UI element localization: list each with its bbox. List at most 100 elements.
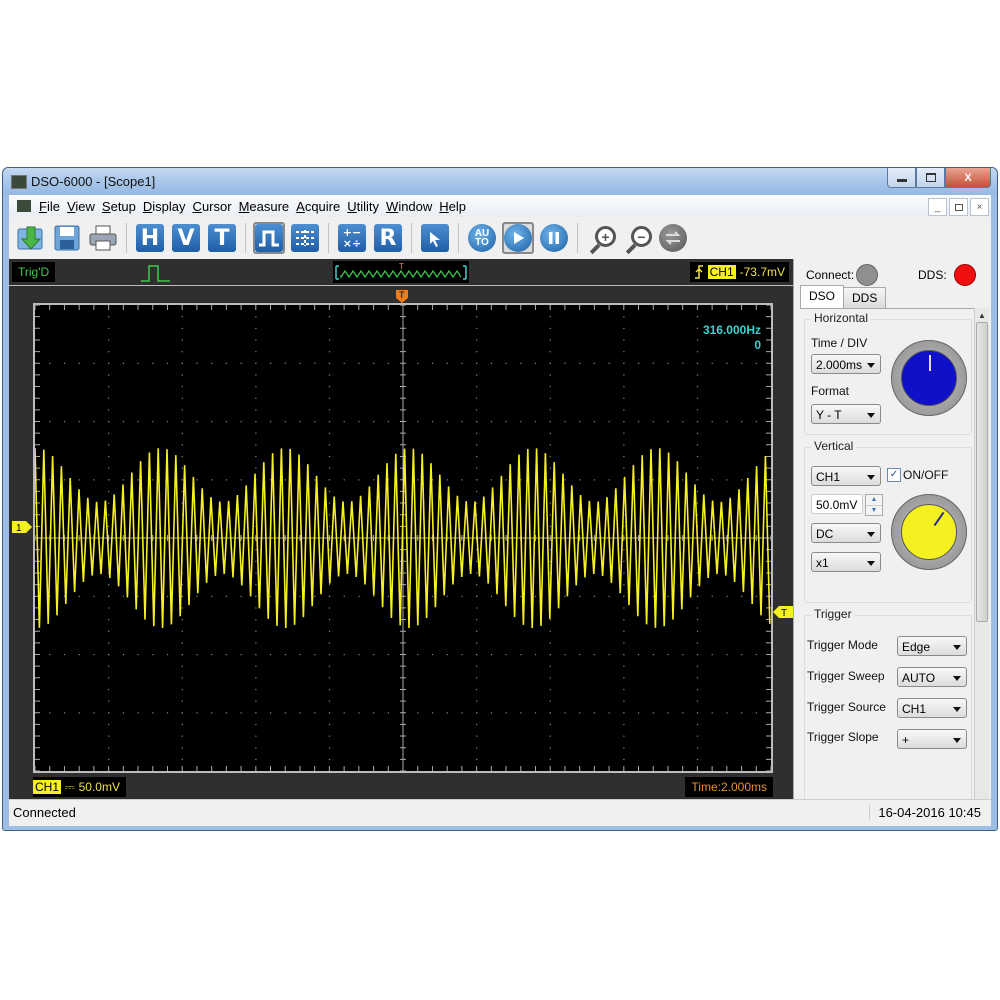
memory-position-map[interactable]: T — [333, 261, 469, 283]
maximize-button[interactable] — [916, 168, 945, 188]
auto-button[interactable]: AU TO — [466, 222, 498, 254]
digital-view-button[interactable] — [289, 222, 321, 254]
control-panel: Connect: DDS: DSO DDS Horizontal Time / … — [793, 259, 991, 807]
menu-display[interactable]: Display — [143, 199, 193, 214]
waveform-view-button[interactable] — [253, 222, 285, 254]
child-minimize-button[interactable]: _ — [928, 198, 947, 216]
horizontal-button[interactable]: H — [134, 222, 166, 254]
scroll-up-icon[interactable]: ▲ — [978, 311, 986, 320]
reference-button[interactable]: R — [372, 222, 404, 254]
time-base-knob[interactable] — [891, 340, 967, 416]
svg-text:1: 1 — [16, 523, 22, 534]
volts-per-div-value: 50.0mV — [78, 780, 120, 794]
channel1-level-marker[interactable]: 1 — [11, 520, 33, 534]
pause-icon — [540, 224, 568, 252]
datetime-status: 16-04-2016 10:45 — [869, 805, 981, 820]
channel-label: CH1 — [33, 780, 62, 794]
open-folder-icon — [17, 226, 43, 250]
vertical-button[interactable]: V — [170, 222, 202, 254]
zoom-in-icon: + — [587, 224, 616, 255]
trigger-mode-dropdown[interactable]: Edge — [897, 636, 967, 656]
trigger-slope-dropdown[interactable]: + — [897, 729, 967, 749]
trigger-sweep-dropdown[interactable]: AUTO — [897, 667, 967, 687]
pulse-icon — [141, 265, 170, 282]
menu-window[interactable]: Window — [386, 199, 439, 214]
math-operators-icon: +− ×÷ — [338, 224, 366, 252]
minimize-button[interactable] — [887, 168, 916, 188]
zoom-in-button[interactable]: + — [585, 222, 617, 255]
channel-dropdown[interactable]: CH1 — [811, 466, 881, 486]
volts-div-knob[interactable] — [891, 494, 967, 570]
menu-view[interactable]: View — [67, 199, 102, 214]
play-icon — [504, 224, 532, 252]
reference-icon: R — [374, 224, 402, 252]
zoom-out-button[interactable]: − — [621, 222, 653, 255]
open-button[interactable] — [15, 222, 47, 254]
frequency-value: 316.000Hz — [702, 323, 761, 337]
trigger-source-dropdown[interactable]: CH1 — [897, 698, 967, 718]
format-dropdown[interactable]: Y - T — [811, 404, 881, 424]
channel-onoff-checkbox[interactable]: ✓ — [887, 468, 901, 482]
run-button[interactable] — [502, 222, 534, 254]
panel-tabs: DSO DDS — [800, 285, 887, 309]
trigger-button[interactable]: T — [206, 222, 238, 254]
trigger-title: Trigger — [811, 607, 855, 621]
menu-help[interactable]: Help — [439, 199, 473, 214]
connect-status-indicator — [856, 264, 878, 286]
scrollbar-thumb[interactable] — [976, 322, 988, 622]
cursor-button[interactable] — [419, 222, 451, 254]
dds-status-indicator — [954, 264, 976, 286]
child-window-icon[interactable] — [17, 200, 31, 212]
menu-cursor[interactable]: Cursor — [193, 199, 239, 214]
print-button[interactable] — [87, 222, 119, 254]
chevron-down-icon — [867, 475, 875, 480]
stepper-down-icon[interactable]: ▼ — [866, 506, 882, 515]
toolbar-separator — [458, 223, 459, 253]
chevron-down-icon — [867, 363, 875, 368]
math-button[interactable]: +− ×÷ — [336, 222, 368, 254]
menu-setup[interactable]: Setup — [102, 199, 143, 214]
menu-measure[interactable]: Measure — [239, 199, 297, 214]
tab-dso[interactable]: DSO — [800, 285, 845, 309]
rising-edge-icon — [694, 265, 703, 279]
menu-acquire[interactable]: Acquire — [296, 199, 347, 214]
trigger-position-marker[interactable]: T — [395, 289, 409, 303]
printer-icon — [89, 225, 117, 251]
close-button[interactable]: X — [945, 168, 991, 188]
auto-set-icon: AU TO — [468, 224, 496, 252]
child-restore-button[interactable] — [949, 198, 968, 216]
volts-div-stepper[interactable]: ▲ ▼ — [865, 494, 883, 516]
toolbar-separator — [328, 223, 329, 253]
trigger-level-marker[interactable]: T — [773, 605, 793, 619]
menu-file[interactable]: File — [39, 199, 67, 214]
time-div-dropdown[interactable]: 2.000ms — [811, 354, 881, 374]
svg-text:T: T — [399, 290, 405, 300]
trigger-mode-label: Trigger Mode — [807, 638, 878, 652]
panel-scrollbar[interactable]: ▲ — [974, 308, 989, 800]
square-wave-icon — [255, 224, 283, 252]
app-icon — [11, 175, 27, 189]
title-bar[interactable]: DSO-6000 - [Scope1] X — [3, 168, 997, 195]
menu-utility[interactable]: Utility — [347, 199, 386, 214]
coupling-dropdown[interactable]: DC — [811, 523, 881, 543]
toolbar-separator — [245, 223, 246, 253]
chevron-down-icon — [953, 645, 961, 650]
tab-dds[interactable]: DDS — [843, 287, 887, 309]
stop-button[interactable] — [538, 222, 570, 254]
cursor-pointer-icon — [421, 224, 449, 252]
volts-div-field[interactable]: 50.0mV — [811, 494, 863, 514]
stepper-up-icon[interactable]: ▲ — [866, 495, 882, 506]
probe-dropdown[interactable]: x1 — [811, 552, 881, 572]
restore-icon — [954, 203, 963, 211]
app-window: DSO-6000 - [Scope1] X File View Setup Di… — [2, 167, 998, 831]
connect-label: Connect: — [806, 268, 855, 282]
status-bar: Connected 16-04-2016 10:45 — [9, 799, 991, 826]
time-div-label: Time / DIV — [811, 336, 868, 350]
swap-button[interactable] — [657, 222, 689, 254]
save-button[interactable] — [51, 222, 83, 254]
child-close-button[interactable]: × — [970, 198, 989, 216]
waveform-screen[interactable]: 316.000Hz 0 — [33, 303, 773, 773]
window-title: DSO-6000 - [Scope1] — [31, 174, 156, 189]
vertical-title: Vertical — [811, 439, 857, 453]
trigger-icon: T — [208, 224, 236, 252]
